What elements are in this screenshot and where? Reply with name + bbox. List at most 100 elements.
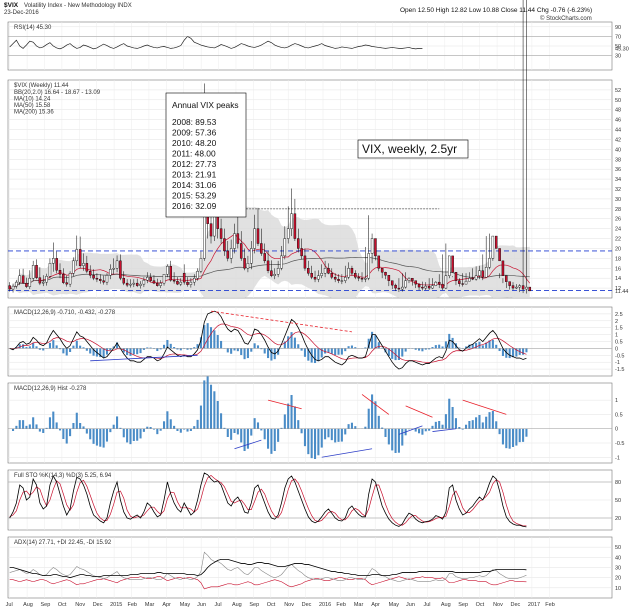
candle-body — [266, 260, 270, 271]
macd-hist-bar — [438, 344, 441, 349]
macd-hist-bar — [256, 345, 260, 349]
month-label: Mar — [145, 602, 155, 608]
hist-bar — [384, 428, 387, 437]
macd-hist-bar — [62, 348, 65, 354]
hist-bar — [444, 414, 447, 429]
panel-frame-macd-histogram — [7, 382, 613, 464]
candle-body — [327, 268, 330, 274]
chart-symbol: $VIX — [4, 2, 19, 9]
month-label: Aug — [23, 602, 33, 608]
macd-hist-bar — [495, 344, 498, 349]
macd-hist-bar — [156, 348, 159, 352]
macd-hist-bar — [173, 347, 176, 349]
hist-bar — [287, 403, 290, 429]
tick-label-adx: 40 — [615, 555, 621, 561]
month-label: Jul — [6, 602, 13, 608]
macd-hist-bar — [226, 348, 229, 353]
macd-hist-bar — [317, 348, 320, 362]
tick-label-rsi: 30 — [615, 54, 621, 60]
candle-body — [102, 280, 105, 283]
candle-body — [209, 223, 213, 237]
macd-hist-bar — [313, 348, 317, 364]
candle-body — [293, 213, 297, 239]
macd-hist-bar — [374, 335, 377, 349]
hist-bar — [176, 428, 179, 431]
macd-hist-bar — [293, 337, 296, 349]
candle-body — [461, 283, 464, 285]
candle-body — [468, 277, 471, 282]
candle-body — [484, 267, 488, 278]
candle-body — [250, 248, 253, 264]
candle-body — [239, 243, 243, 259]
hist-bar — [166, 411, 169, 429]
candle-body — [236, 233, 240, 244]
tick-label-price: 18 — [615, 256, 621, 262]
candle-body — [421, 286, 424, 289]
candle-body — [62, 274, 65, 283]
hist-bar — [313, 428, 317, 459]
macd-hist-bar — [522, 348, 525, 355]
macd-hist-bar — [132, 348, 135, 355]
macd-hist-bar — [481, 345, 484, 349]
macd-hist-bar — [89, 348, 92, 354]
peak-entry: 2010: 48.20 — [172, 138, 217, 148]
hist-bar — [324, 428, 327, 440]
month-label: Dec — [302, 602, 312, 608]
candle-body — [515, 286, 518, 289]
hist-bar — [213, 391, 216, 429]
candle-body — [166, 266, 169, 275]
hist-bar — [354, 426, 357, 429]
tick-label-price: 26 — [615, 217, 621, 223]
candle-body — [448, 255, 451, 276]
hist-bar — [99, 428, 102, 447]
candle-body — [223, 238, 226, 252]
panel-title-stochastic: Full STO %K(14,3) %D(3) 5.25, 6.94 — [14, 473, 112, 479]
candle-body — [189, 281, 193, 285]
tick-label-adx: 10 — [615, 586, 621, 592]
hist-bar — [508, 428, 511, 449]
peak-entry: 2009: 57.36 — [172, 128, 217, 138]
candle-body — [38, 277, 42, 284]
hist-bar — [220, 413, 223, 429]
hist-bar — [132, 428, 135, 441]
hist-bar — [25, 425, 28, 429]
hist-bar — [209, 384, 213, 429]
hist-bar — [196, 419, 199, 429]
hist-bar — [32, 417, 35, 429]
tick-label-price: 16 — [615, 266, 621, 272]
hist-bar — [501, 428, 504, 445]
hist-bar — [515, 428, 518, 446]
month-label: Sep — [458, 602, 468, 608]
candle-body — [72, 260, 75, 274]
hist-bar — [85, 428, 88, 434]
tick-label-macd: 0.5 — [615, 340, 623, 346]
hist-bar — [203, 380, 206, 429]
candle-body — [15, 281, 18, 287]
month-label: Sep — [40, 602, 50, 608]
candle-body — [85, 263, 89, 272]
hist-bar — [458, 427, 461, 429]
tick-label-macd-histogram: -0.5 — [615, 441, 624, 447]
hist-bar — [468, 421, 471, 429]
candle-body — [21, 275, 25, 284]
hist-bar — [149, 427, 152, 429]
hist-bar — [250, 428, 253, 436]
panel-title-rsi: RSI(14) 45.30 — [14, 25, 52, 31]
candle-body — [434, 281, 438, 286]
tick-label-macd: -0.5 — [615, 353, 624, 359]
candle-body — [330, 273, 334, 278]
candle-body — [18, 275, 21, 283]
macd-hist-bar — [52, 340, 55, 349]
candle-body — [99, 278, 102, 281]
macd-hist-bar — [136, 348, 139, 355]
hist-bar — [256, 422, 260, 429]
candle-body — [494, 235, 498, 249]
hist-bar — [22, 420, 25, 429]
macd-hist-bar — [511, 348, 515, 358]
candle-body — [186, 281, 189, 285]
candle-body — [119, 260, 122, 279]
hist-bar — [464, 424, 468, 429]
tick-label-macd-histogram: 0 — [615, 427, 618, 433]
macd-hist-bar — [18, 344, 21, 349]
candle-body — [370, 238, 374, 254]
